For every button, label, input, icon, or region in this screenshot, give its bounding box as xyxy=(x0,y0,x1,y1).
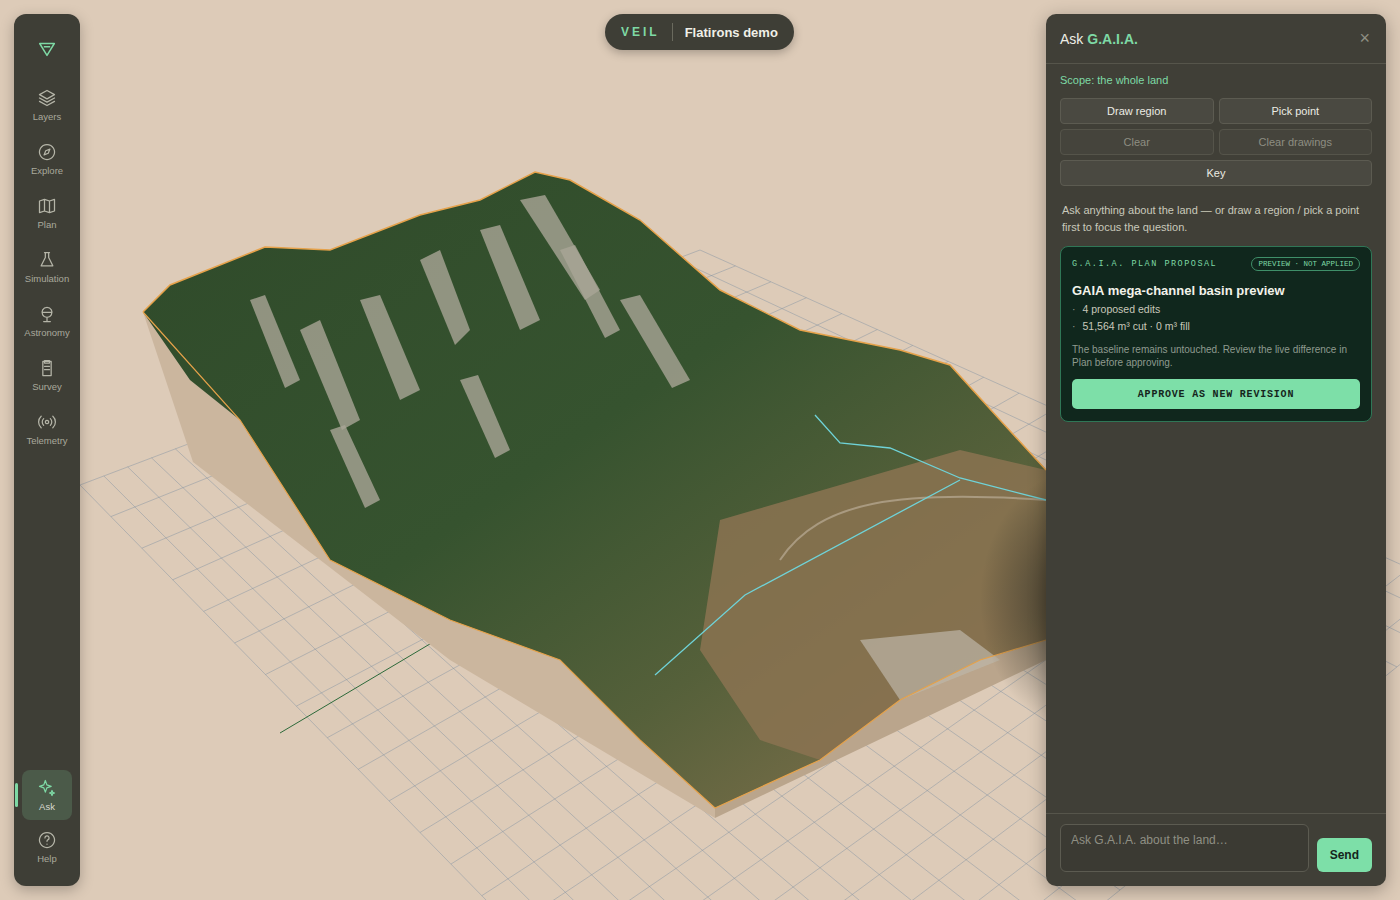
sidebar-item[interactable]: Telemetry xyxy=(22,404,72,454)
sidebar-item[interactable]: Ask xyxy=(22,770,72,820)
tool-button[interactable]: Pick point xyxy=(1219,98,1373,124)
proposal-item: ·51,564 m³ cut · 0 m³ fill xyxy=(1072,320,1360,332)
terrain-surface xyxy=(143,172,1046,808)
rock-slab xyxy=(620,295,690,388)
proposal-item: ·4 proposed edits xyxy=(1072,303,1360,315)
sidebar-item[interactable]: Layers xyxy=(22,80,72,130)
nav-icon xyxy=(37,196,57,216)
nav-icon xyxy=(37,830,57,850)
rock-slab xyxy=(250,295,300,388)
project-title: VEIL Flatirons demo xyxy=(605,14,794,50)
composer: Send xyxy=(1046,813,1386,886)
sidebar-item[interactable]: Astronomy xyxy=(22,296,72,346)
logo[interactable] xyxy=(36,34,58,64)
triangle-logo-icon xyxy=(36,38,58,60)
sidebar-item[interactable]: Help xyxy=(22,822,72,872)
hint-text: Ask anything about the land — or draw a … xyxy=(1060,202,1372,236)
approve-button[interactable]: APPROVE AS NEW REVISION xyxy=(1072,379,1360,409)
channel-line xyxy=(655,480,960,675)
card-header: G.A.I.A. PLAN PROPOSAL PREVIEW · NOT APPL… xyxy=(1072,257,1360,271)
send-button[interactable]: Send xyxy=(1317,838,1372,872)
rock-slab xyxy=(480,225,540,330)
channel-line xyxy=(815,415,1046,500)
nav-group: LayersExplorePlanSimulationAstronomySurv… xyxy=(22,80,72,454)
nav-icon xyxy=(37,142,57,162)
status-badge: PREVIEW · NOT APPLIED xyxy=(1251,257,1360,271)
nav-icon xyxy=(37,304,57,324)
project-name: Flatirons demo xyxy=(685,25,778,40)
terrain-edge xyxy=(143,172,1046,470)
app-root: LayersExplorePlanSimulationAstronomySurv… xyxy=(0,0,1400,900)
tool-buttons: Draw regionPick pointClearClear drawings… xyxy=(1046,98,1386,186)
sidebar-item[interactable]: Plan xyxy=(22,188,72,238)
proposal-card: G.A.I.A. PLAN PROPOSAL PREVIEW · NOT APPL… xyxy=(1060,246,1372,422)
panel-title: AskG.A.I.A. xyxy=(1060,31,1138,47)
rock-slab xyxy=(360,295,420,400)
ask-panel: AskG.A.I.A. × Scope: the whole landDraw re… xyxy=(1046,14,1386,886)
rock-slab xyxy=(330,425,380,508)
nav-group: AskHelp xyxy=(22,770,72,872)
nav-icon xyxy=(37,358,57,378)
close-button[interactable]: × xyxy=(1357,28,1372,49)
nav-icon xyxy=(37,88,57,108)
tool-button[interactable]: Key xyxy=(1060,160,1372,186)
rock-slab xyxy=(560,245,620,338)
proposal-note: The baseline remains untouched. Review t… xyxy=(1072,343,1360,369)
quarry-area xyxy=(860,630,1000,700)
scope-label: Scope: the whole land xyxy=(1046,64,1386,98)
brand: VEIL xyxy=(621,25,660,39)
sidebar-item[interactable]: Simulation xyxy=(22,242,72,292)
question-input[interactable] xyxy=(1060,824,1309,872)
nav-icon xyxy=(37,778,57,798)
rock-slab xyxy=(300,320,360,430)
proposal-title: GAIA mega-channel basin preview xyxy=(1072,283,1360,298)
sidebar-item[interactable]: Survey xyxy=(22,350,72,400)
tool-button[interactable]: Clear xyxy=(1060,129,1214,155)
sidebar-item[interactable]: Explore xyxy=(22,134,72,184)
nav-icon xyxy=(37,250,57,270)
rock-slab xyxy=(420,250,470,345)
divider xyxy=(672,23,673,41)
tool-button[interactable]: Draw region xyxy=(1060,98,1214,124)
terrain-edge xyxy=(143,312,1046,808)
proposal-label: G.A.I.A. PLAN PROPOSAL xyxy=(1072,259,1217,269)
sidebar: LayersExplorePlanSimulationAstronomySurv… xyxy=(14,14,80,886)
panel-header: AskG.A.I.A. × xyxy=(1046,14,1386,64)
rock-slab xyxy=(460,375,510,458)
tool-button[interactable]: Clear drawings xyxy=(1219,129,1373,155)
nav-icon xyxy=(37,412,57,432)
active-indicator xyxy=(15,783,18,807)
